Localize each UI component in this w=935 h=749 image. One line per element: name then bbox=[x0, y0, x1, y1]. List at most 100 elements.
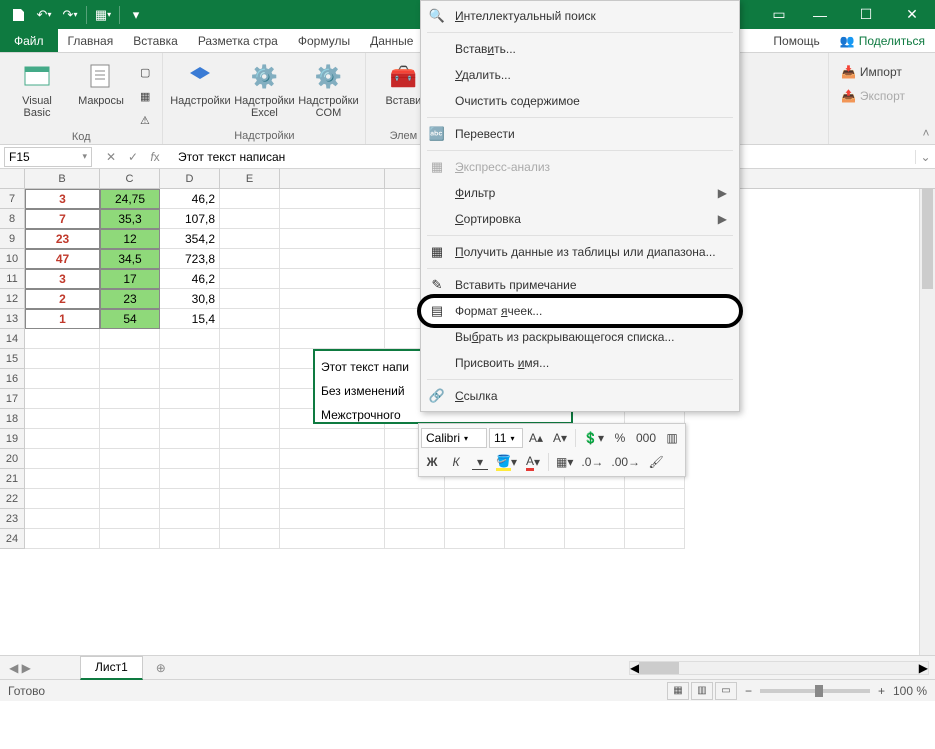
cell[interactable] bbox=[160, 329, 220, 349]
vscroll-thumb[interactable] bbox=[922, 189, 933, 289]
cell[interactable] bbox=[505, 529, 565, 549]
row-header[interactable]: 12 bbox=[0, 289, 25, 309]
decrease-decimal-button[interactable]: .00→ bbox=[608, 451, 643, 473]
cell[interactable] bbox=[160, 389, 220, 409]
menu-item-define-name[interactable]: Присвоить имя... bbox=[421, 350, 739, 376]
undo-button[interactable]: ↶▾ bbox=[32, 4, 56, 26]
menu-item-format-cells[interactable]: ▤Формат ячеек... bbox=[421, 298, 739, 324]
tab-share[interactable]: 👥Поделиться bbox=[830, 29, 935, 52]
cell[interactable] bbox=[100, 349, 160, 369]
shrink-font-button[interactable]: A▾ bbox=[549, 427, 571, 449]
row-header[interactable]: 9 bbox=[0, 229, 25, 249]
cell[interactable] bbox=[160, 509, 220, 529]
visual-basic-button[interactable]: Visual Basic bbox=[8, 57, 66, 131]
cell[interactable]: 1 bbox=[25, 309, 100, 329]
tab-home[interactable]: Главная bbox=[58, 29, 124, 52]
cell[interactable] bbox=[220, 449, 280, 469]
cell[interactable] bbox=[280, 289, 385, 309]
col-header-b[interactable]: B bbox=[25, 169, 100, 188]
cell[interactable] bbox=[160, 349, 220, 369]
fx-button[interactable]: fx bbox=[144, 147, 166, 167]
cell[interactable] bbox=[280, 469, 385, 489]
cell[interactable] bbox=[445, 489, 505, 509]
menu-item-filter[interactable]: Фильтр▶ bbox=[421, 180, 739, 206]
ribbon-options-button[interactable]: ▭ bbox=[761, 0, 797, 29]
cell[interactable] bbox=[220, 429, 280, 449]
cell[interactable] bbox=[160, 369, 220, 389]
cell[interactable] bbox=[100, 409, 160, 429]
row-header[interactable]: 17 bbox=[0, 389, 25, 409]
expand-formula-bar-button[interactable]: ⌄ bbox=[915, 150, 935, 164]
redo-button[interactable]: ↷▾ bbox=[58, 4, 82, 26]
cell[interactable] bbox=[25, 349, 100, 369]
hscroll-thumb[interactable] bbox=[639, 662, 679, 674]
cell[interactable]: 2 bbox=[25, 289, 100, 309]
page-layout-button[interactable]: ▥ bbox=[691, 682, 713, 700]
cell[interactable] bbox=[280, 509, 385, 529]
vertical-scrollbar[interactable] bbox=[919, 189, 935, 655]
comma-button[interactable]: 000 bbox=[633, 427, 659, 449]
row-header[interactable]: 19 bbox=[0, 429, 25, 449]
underline-button[interactable]: ▾ bbox=[469, 451, 491, 473]
zoom-level[interactable]: 100 % bbox=[893, 684, 927, 698]
row-header[interactable]: 15 bbox=[0, 349, 25, 369]
cell[interactable] bbox=[100, 389, 160, 409]
cell[interactable] bbox=[220, 489, 280, 509]
row-header[interactable]: 10 bbox=[0, 249, 25, 269]
cell[interactable]: 34,5 bbox=[100, 249, 160, 269]
cell[interactable] bbox=[25, 369, 100, 389]
cell[interactable]: 15,4 bbox=[160, 309, 220, 329]
zoom-slider[interactable] bbox=[760, 689, 870, 693]
row-header[interactable]: 23 bbox=[0, 509, 25, 529]
qat-customize-button[interactable]: ▾ bbox=[124, 4, 148, 26]
cell[interactable] bbox=[220, 329, 280, 349]
touch-mode-button[interactable]: ▦▾ bbox=[91, 4, 115, 26]
relative-ref-button[interactable]: ▦ bbox=[136, 85, 154, 107]
cell[interactable]: 7 bbox=[25, 209, 100, 229]
row-header[interactable]: 21 bbox=[0, 469, 25, 489]
cell[interactable] bbox=[100, 449, 160, 469]
cell[interactable] bbox=[160, 489, 220, 509]
cell[interactable] bbox=[100, 469, 160, 489]
cell[interactable]: 107,8 bbox=[160, 209, 220, 229]
cell[interactable] bbox=[100, 489, 160, 509]
cell[interactable]: 3 bbox=[25, 269, 100, 289]
cell[interactable] bbox=[625, 529, 685, 549]
cell[interactable] bbox=[280, 209, 385, 229]
menu-item-new-comment[interactable]: ✎Вставить примечание bbox=[421, 272, 739, 298]
cell[interactable] bbox=[280, 449, 385, 469]
cell[interactable] bbox=[25, 489, 100, 509]
cell[interactable] bbox=[160, 409, 220, 429]
row-header[interactable]: 13 bbox=[0, 309, 25, 329]
cell[interactable] bbox=[100, 329, 160, 349]
cell[interactable]: 24,75 bbox=[100, 189, 160, 209]
cell[interactable] bbox=[160, 449, 220, 469]
cell[interactable] bbox=[100, 509, 160, 529]
cell[interactable]: 23 bbox=[100, 289, 160, 309]
tab-formulas[interactable]: Формулы bbox=[288, 29, 360, 52]
cell[interactable]: 354,2 bbox=[160, 229, 220, 249]
cell[interactable] bbox=[100, 529, 160, 549]
menu-item-pick-list[interactable]: Выбрать из раскрывающегося списка... bbox=[421, 324, 739, 350]
cell[interactable] bbox=[220, 509, 280, 529]
cell[interactable] bbox=[25, 449, 100, 469]
row-header[interactable]: 11 bbox=[0, 269, 25, 289]
row-header[interactable]: 18 bbox=[0, 409, 25, 429]
accounting-format-button[interactable]: 💲▾ bbox=[580, 427, 607, 449]
cell[interactable]: 723,8 bbox=[160, 249, 220, 269]
collapse-ribbon-button[interactable]: ˄ bbox=[917, 53, 935, 144]
menu-item-sort[interactable]: Сортировка▶ bbox=[421, 206, 739, 232]
col-header-e[interactable]: E bbox=[220, 169, 280, 188]
menu-item-get-data[interactable]: ▦Получить данные из таблицы или диапазон… bbox=[421, 239, 739, 265]
increase-decimal-button[interactable]: .0→ bbox=[578, 451, 606, 473]
fill-color-button[interactable]: 🪣▾ bbox=[493, 451, 520, 473]
cell[interactable] bbox=[220, 369, 280, 389]
cell[interactable] bbox=[280, 229, 385, 249]
cell[interactable] bbox=[505, 509, 565, 529]
zoom-out-button[interactable]: − bbox=[745, 684, 752, 698]
enter-formula-button[interactable]: ✓ bbox=[122, 147, 144, 167]
col-header-f[interactable] bbox=[280, 169, 385, 188]
row-header[interactable]: 14 bbox=[0, 329, 25, 349]
cell[interactable] bbox=[220, 209, 280, 229]
cell[interactable] bbox=[565, 489, 625, 509]
